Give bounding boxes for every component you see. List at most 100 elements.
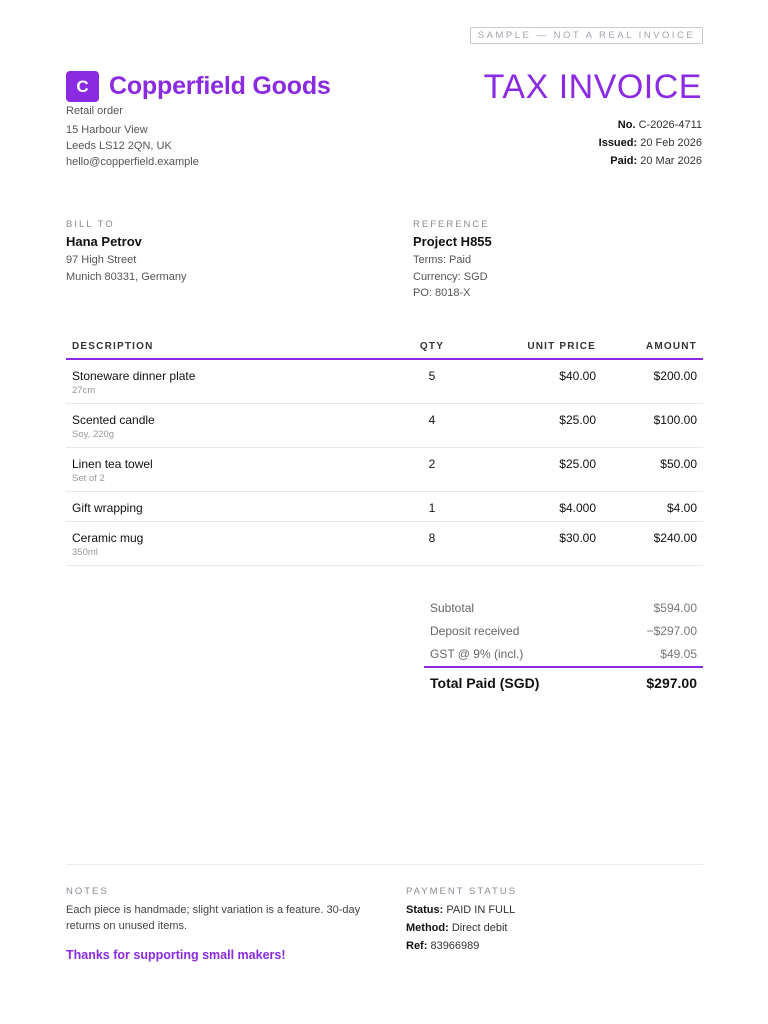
sample-notice-badge: SAMPLE — NOT A REAL INVOICE bbox=[470, 27, 703, 44]
row-unit-price: $40.00 bbox=[559, 369, 596, 383]
seller-email: hello@copperfield.example bbox=[66, 156, 199, 168]
subtotal-label: Subtotal bbox=[430, 600, 475, 615]
table-header: DESCRIPTION QTY UNIT PRICE AMOUNT bbox=[66, 334, 703, 360]
seller-subtitle: Retail order bbox=[66, 105, 123, 117]
payment-status-line: Status: PAID IN FULL bbox=[406, 901, 517, 919]
row-description-cell: Stoneware dinner plate 27cm bbox=[66, 369, 406, 396]
row-description: Stoneware dinner plate bbox=[72, 369, 196, 383]
row-qty: 2 bbox=[428, 457, 436, 471]
bill-to-line2: Munich 80331, Germany bbox=[66, 270, 187, 283]
issued-date-value: 20 Feb 2026 bbox=[640, 137, 702, 149]
bill-to-label: BILL TO bbox=[66, 219, 115, 230]
header-qty: QTY bbox=[419, 340, 445, 352]
row-amount: $200.00 bbox=[653, 369, 697, 383]
gst-row: GST @ 9% (incl.) $49.05 bbox=[424, 642, 703, 665]
subtotal-value: $594.00 bbox=[653, 600, 697, 615]
bill-to-line1: 97 High Street bbox=[66, 254, 137, 266]
table-row: Scented candle Soy, 220g 4 $25.00 $100.0… bbox=[66, 404, 703, 448]
row-subtext: 27cm bbox=[72, 385, 96, 396]
row-description-cell: Gift wrapping bbox=[66, 501, 406, 515]
payment-ref-line: Ref: 83966989 bbox=[406, 937, 517, 955]
header-unit-price: UNIT PRICE bbox=[527, 340, 596, 352]
subtotal-row: Subtotal $594.00 bbox=[424, 596, 703, 619]
header-description: DESCRIPTION bbox=[72, 340, 154, 352]
table-row: Gift wrapping 1 $4.000 $4.00 bbox=[66, 492, 703, 522]
row-qty: 5 bbox=[428, 369, 436, 383]
notes-text: Each piece is handmade; slight variation… bbox=[66, 904, 361, 932]
reference-po: PO: 8018-X bbox=[413, 287, 471, 299]
bill-to-name: Hana Petrov bbox=[66, 234, 142, 249]
totals-section: Subtotal $594.00 Deposit received −$297.… bbox=[424, 596, 703, 698]
table-row: Ceramic mug 350ml 8 $30.00 $240.00 bbox=[66, 522, 703, 566]
gst-value: $49.05 bbox=[660, 646, 697, 661]
row-amount: $100.00 bbox=[653, 413, 697, 427]
notes-section: NOTES Each piece is handmade; slight var… bbox=[66, 886, 376, 962]
row-subtext: Soy, 220g bbox=[72, 429, 115, 440]
row-qty: 1 bbox=[428, 501, 436, 515]
line-items-table: DESCRIPTION QTY UNIT PRICE AMOUNT Stonew… bbox=[66, 334, 703, 566]
row-description: Scented candle bbox=[72, 413, 155, 427]
total-row: Total Paid (SGD) $297.00 bbox=[424, 666, 703, 698]
seller-name: Copperfield Goods bbox=[109, 72, 331, 100]
reference-section: REFERENCE Project H855 Terms: Paid Curre… bbox=[413, 219, 492, 302]
payment-method-line: Method: Direct debit bbox=[406, 919, 517, 937]
row-description-cell: Scented candle Soy, 220g bbox=[66, 413, 406, 440]
payment-status-label: PAYMENT STATUS bbox=[406, 886, 518, 897]
thanks-message: Thanks for supporting small makers! bbox=[66, 948, 286, 962]
reference-currency: Currency: SGD bbox=[413, 270, 488, 283]
status-label: Status: bbox=[406, 904, 444, 916]
paid-date-value: 20 Mar 2026 bbox=[640, 155, 702, 167]
invoice-number-label: No. bbox=[617, 119, 636, 131]
row-unit-price: $4.000 bbox=[559, 501, 596, 515]
issued-date-label: Issued: bbox=[598, 137, 638, 149]
bill-to-section: BILL TO Hana Petrov 97 High Street Munic… bbox=[66, 219, 186, 285]
row-description: Linen tea towel bbox=[72, 457, 153, 471]
deposit-row: Deposit received −$297.00 bbox=[424, 619, 703, 642]
gst-label: GST @ 9% (incl.) bbox=[430, 646, 524, 661]
reference-project: Project H855 bbox=[413, 234, 492, 249]
row-qty: 8 bbox=[428, 531, 436, 545]
brand-header: C Copperfield Goods bbox=[66, 71, 331, 102]
invoice-number-value: C-2026-4711 bbox=[638, 119, 702, 131]
document-title: TAX INVOICE bbox=[483, 68, 702, 106]
payment-status-section: PAYMENT STATUS Status: PAID IN FULL Meth… bbox=[406, 886, 517, 955]
reference-terms: Terms: Paid bbox=[413, 254, 472, 266]
row-description-cell: Ceramic mug 350ml bbox=[66, 531, 406, 558]
invoice-number: No. C-2026-4711 bbox=[599, 116, 702, 134]
row-qty: 4 bbox=[428, 413, 436, 427]
row-amount: $240.00 bbox=[653, 531, 697, 545]
row-description: Gift wrapping bbox=[72, 501, 143, 515]
table-row: Stoneware dinner plate 27cm 5 $40.00 $20… bbox=[66, 360, 703, 404]
row-unit-price: $25.00 bbox=[559, 413, 596, 427]
header-amount: AMOUNT bbox=[645, 340, 697, 352]
row-description-cell: Linen tea towel Set of 2 bbox=[66, 457, 406, 484]
ref-label: Ref: bbox=[406, 940, 428, 952]
method-value: Direct debit bbox=[451, 922, 508, 934]
row-unit-price: $30.00 bbox=[559, 531, 596, 545]
paid-date-label: Paid: bbox=[610, 155, 638, 167]
row-amount: $50.00 bbox=[660, 457, 697, 471]
total-label: Total Paid (SGD) bbox=[430, 675, 540, 691]
row-amount: $4.00 bbox=[666, 501, 697, 515]
issued-date: Issued: 20 Feb 2026 bbox=[599, 134, 702, 152]
row-subtext: 350ml bbox=[72, 547, 98, 558]
row-unit-price: $25.00 bbox=[559, 457, 596, 471]
deposit-value: −$297.00 bbox=[646, 623, 697, 638]
seller-address-line2: Leeds LS12 2QN, UK bbox=[66, 140, 172, 152]
seller-address-line1: 15 Harbour View bbox=[66, 124, 148, 136]
table-row: Linen tea towel Set of 2 2 $25.00 $50.00 bbox=[66, 448, 703, 492]
row-subtext: Set of 2 bbox=[72, 473, 105, 484]
status-value: PAID IN FULL bbox=[446, 904, 516, 916]
method-label: Method: bbox=[406, 922, 449, 934]
total-value: $297.00 bbox=[646, 675, 697, 691]
footer-divider bbox=[66, 864, 703, 865]
ref-value: 83966989 bbox=[430, 940, 480, 952]
reference-label: REFERENCE bbox=[413, 219, 490, 230]
notes-label: NOTES bbox=[66, 886, 109, 897]
row-description: Ceramic mug bbox=[72, 531, 144, 545]
paid-date: Paid: 20 Mar 2026 bbox=[599, 152, 702, 170]
document-meta: No. C-2026-4711 Issued: 20 Feb 2026 Paid… bbox=[599, 116, 702, 170]
payment-details: Status: PAID IN FULL Method: Direct debi… bbox=[406, 901, 517, 955]
seller-details: Retail order 15 Harbour View Leeds LS12 … bbox=[66, 103, 199, 170]
brand-logo-icon: C bbox=[66, 71, 99, 102]
